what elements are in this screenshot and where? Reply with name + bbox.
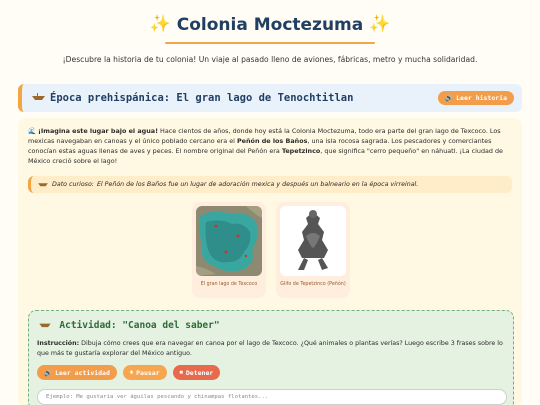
stop-icon: ⏹ bbox=[179, 368, 183, 376]
intro-lead: ¡Imagina este lugar bajo el agua! bbox=[38, 127, 158, 135]
canoe-icon bbox=[32, 92, 45, 104]
fun-fact-box: Dato curioso: El Peñón de los Baños fue … bbox=[28, 176, 512, 193]
title-row: ✨ Colonia Moctezuma ✨ bbox=[150, 15, 391, 35]
intro-paragraph: 🌊 ¡Imagina este lugar bajo el agua! Hace… bbox=[28, 126, 512, 166]
glyph-image bbox=[280, 206, 346, 276]
activity-card: Actividad: "Canoa del saber" Instrucción… bbox=[28, 310, 514, 405]
read-story-label: Leer historia bbox=[456, 94, 507, 102]
sparkle-icon: ✨ bbox=[369, 14, 391, 34]
answer-input[interactable] bbox=[37, 389, 507, 405]
fun-fact-text: El Peñón de los Baños fue un lugar de ad… bbox=[96, 181, 419, 188]
read-story-button[interactable]: 🔊 Leer historia bbox=[438, 91, 514, 105]
instruction-text: Dibuja cómo crees que era navegar en can… bbox=[37, 340, 503, 357]
read-activity-button[interactable]: 🔊 Leer actividad bbox=[37, 365, 117, 380]
figure-caption: El gran lago de Texcoco bbox=[200, 282, 258, 287]
speaker-icon: 🔊 bbox=[44, 368, 53, 377]
figure-lake-texcoco: El gran lago de Texcoco bbox=[192, 202, 266, 298]
wave-icon: 🌊 bbox=[28, 127, 36, 135]
pause-label: Pausar bbox=[136, 368, 160, 377]
activity-title-row: Actividad: "Canoa del saber" bbox=[39, 320, 220, 331]
pause-button[interactable]: ⏸ Pausar bbox=[122, 365, 167, 380]
activity-title: Actividad: "Canoa del saber" bbox=[59, 320, 220, 331]
canoe-icon bbox=[39, 321, 56, 331]
page-header: ✨ Colonia Moctezuma ✨ ¡Descubre la histo… bbox=[0, 0, 540, 64]
canoe-icon bbox=[38, 181, 48, 189]
instruction-label: Instrucción: bbox=[37, 340, 80, 347]
activity-controls: 🔊 Leer actividad ⏸ Pausar ⏹ Detener bbox=[37, 365, 221, 380]
lake-map-image bbox=[196, 206, 262, 276]
intro-bold-2: Tepetzinco bbox=[281, 147, 321, 155]
activity-instructions: Instrucción: Dibuja cómo crees que era n… bbox=[37, 339, 507, 359]
read-activity-label: Leer actividad bbox=[55, 368, 110, 377]
intro-bold-1: Peñón de los Baños bbox=[236, 137, 308, 145]
title-underline bbox=[165, 41, 375, 44]
stop-label: Detener bbox=[185, 368, 214, 377]
pause-icon: ⏸ bbox=[129, 368, 134, 376]
section-title: Época prehispánica: El gran lago de Teno… bbox=[50, 92, 354, 104]
section-header: Época prehispánica: El gran lago de Teno… bbox=[18, 84, 522, 112]
page-subtitle: ¡Descubre la historia de tu colonia! Un … bbox=[62, 54, 478, 64]
figure-tepetzinco-glyph: Glifo de Tepetzinco (Peñón) bbox=[276, 202, 350, 298]
figure-caption: Glifo de Tepetzinco (Peñón) bbox=[280, 282, 346, 287]
speaker-icon: 🔊 bbox=[445, 94, 454, 102]
page-title: Colonia Moctezuma bbox=[176, 14, 364, 35]
stop-button[interactable]: ⏹ Detener bbox=[172, 365, 221, 380]
fun-fact-label: Dato curioso: bbox=[52, 181, 94, 188]
sparkle-icon: ✨ bbox=[149, 14, 171, 34]
